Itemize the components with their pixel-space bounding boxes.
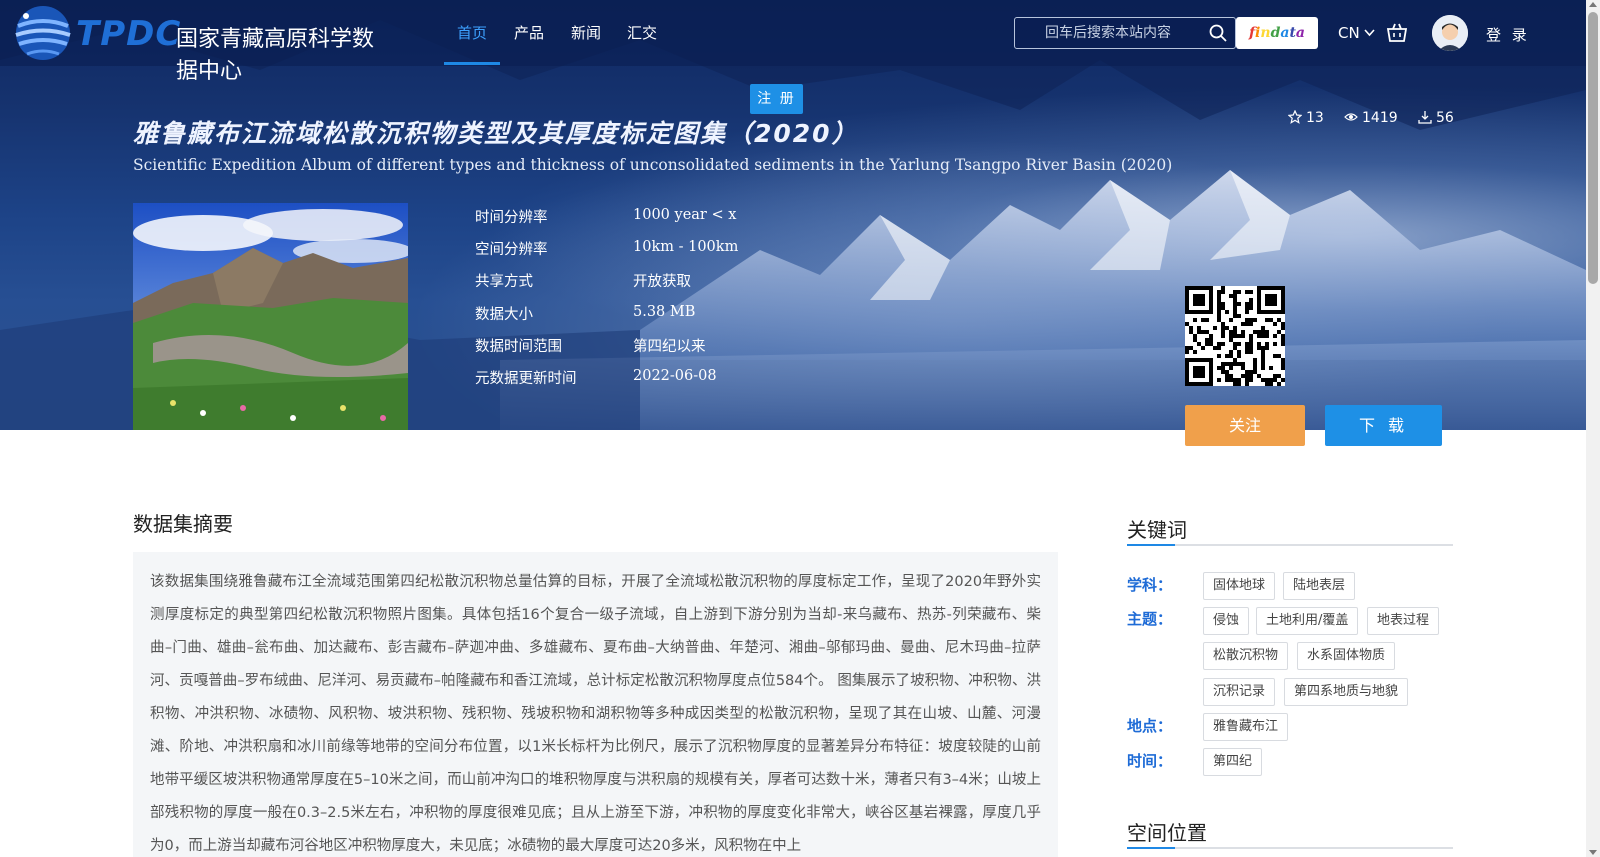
stars-value: 13 xyxy=(1306,110,1324,126)
eye-icon xyxy=(1344,113,1358,121)
dataset-title-en: Scientific Expedition Album of different… xyxy=(133,156,1173,174)
meta-label: 数据大小 xyxy=(475,307,533,323)
stars-count[interactable]: 13 xyxy=(1288,110,1324,126)
nav-products[interactable]: 产品 xyxy=(514,22,544,43)
findata-letter: a xyxy=(1295,25,1305,41)
findata-letter: d xyxy=(1270,25,1281,41)
downloads-count: 56 xyxy=(1418,110,1454,126)
keyword-tag[interactable]: 水系固体物质 xyxy=(1297,642,1396,670)
language-switch[interactable]: CN xyxy=(1338,24,1376,42)
qr-code-icon xyxy=(1185,286,1285,386)
scrollbar-thumb[interactable] xyxy=(1588,12,1598,284)
keyword-tag[interactable]: 土地利用/覆盖 xyxy=(1256,607,1359,635)
keyword-tag[interactable]: 固体地球 xyxy=(1203,572,1276,600)
nav-active-indicator xyxy=(444,62,500,65)
user-avatar-icon xyxy=(1432,15,1468,51)
keyword-tag[interactable]: 第四纪 xyxy=(1203,748,1263,776)
downloads-value: 56 xyxy=(1436,110,1454,126)
language-label: CN xyxy=(1338,24,1360,42)
page-scrollbar[interactable] xyxy=(1586,0,1600,857)
follow-button[interactable]: 关注 xyxy=(1185,405,1305,446)
qr-code xyxy=(1185,286,1285,386)
findata-letter: a xyxy=(1280,25,1290,41)
globe-logo-icon xyxy=(15,6,71,60)
meta-label: 共享方式 xyxy=(475,274,533,290)
star-icon xyxy=(1288,110,1302,124)
keyword-tag[interactable]: 雅鲁藏布江 xyxy=(1203,713,1289,741)
meta-label: 元数据更新时间 xyxy=(475,371,577,387)
nav-home[interactable]: 首页 xyxy=(457,22,487,43)
search-box xyxy=(1014,17,1236,49)
keywords-title: 关键词 xyxy=(1127,518,1187,542)
keyword-tag[interactable]: 松散沉积物 xyxy=(1203,642,1289,670)
search-icon[interactable] xyxy=(1209,24,1227,42)
keyword-tag[interactable]: 陆地表层 xyxy=(1283,572,1356,600)
views-value: 1419 xyxy=(1362,110,1398,126)
login-link[interactable]: 登 录 xyxy=(1486,24,1530,45)
logo-title: 国家青藏高原科学数据中心 xyxy=(176,27,375,84)
logo-abbreviation: TPDC xyxy=(76,14,182,54)
landscape-photo xyxy=(133,203,408,430)
keywords-divider xyxy=(1127,544,1453,546)
meta-value: 2022-06-08 xyxy=(633,368,717,384)
nav-submit[interactable]: 汇交 xyxy=(627,22,657,43)
findata-button[interactable]: findata xyxy=(1236,17,1318,49)
cart-icon[interactable] xyxy=(1386,22,1408,44)
keyword-label-subject: 学科： xyxy=(1127,576,1173,594)
nav-news[interactable]: 新闻 xyxy=(571,22,601,43)
keyword-label-theme: 主题： xyxy=(1127,610,1173,628)
dataset-title-cn: 雅鲁藏布江流域松散沉积物类型及其厚度标定图集（2020） xyxy=(133,119,859,148)
keyword-tag[interactable]: 地表过程 xyxy=(1367,607,1440,635)
download-icon xyxy=(1418,111,1432,124)
keyword-tag[interactable]: 第四系地质与地貌 xyxy=(1284,678,1409,706)
location-divider xyxy=(1127,847,1453,849)
register-button[interactable]: 注 册 xyxy=(750,84,803,114)
views-count: 1419 xyxy=(1344,110,1398,126)
scroll-down-icon[interactable] xyxy=(1589,850,1597,855)
keyword-tag[interactable]: 沉积记录 xyxy=(1203,678,1276,706)
keyword-label-time: 时间： xyxy=(1127,752,1173,770)
meta-label: 数据时间范围 xyxy=(475,339,562,355)
top-navbar: TPDC 国家青藏高原科学数据中心 首页 产品 新闻 汇交 findata CN… xyxy=(0,0,1586,84)
keyword-label-place: 地点： xyxy=(1127,717,1173,735)
meta-value: 1000 year < x xyxy=(633,207,737,223)
meta-value: 10km - 100km xyxy=(633,239,739,255)
search-input[interactable] xyxy=(1025,18,1205,48)
chevron-down-icon xyxy=(1364,29,1376,37)
abstract-title: 数据集摘要 xyxy=(133,512,233,536)
avatar[interactable] xyxy=(1432,15,1468,51)
site-logo[interactable]: TPDC 国家青藏高原科学数据中心 xyxy=(14,4,394,84)
keyword-tag[interactable]: 侵蚀 xyxy=(1203,607,1250,635)
meta-label: 空间分辨率 xyxy=(475,242,548,258)
scroll-up-icon[interactable] xyxy=(1589,2,1597,7)
download-button[interactable]: 下 载 xyxy=(1325,405,1442,446)
abstract-text: 该数据集围绕雅鲁藏布江全流域范围第四纪松散沉积物总量估算的目标，开展了全流域松散… xyxy=(150,574,1041,854)
meta-label: 时间分辨率 xyxy=(475,210,548,226)
findata-letter: n xyxy=(1260,25,1271,41)
meta-value: 第四纪以来 xyxy=(633,339,706,355)
abstract-box: 该数据集围绕雅鲁藏布江全流域范围第四纪松散沉积物总量估算的目标，开展了全流域松散… xyxy=(133,552,1058,857)
meta-value: 开放获取 xyxy=(633,274,691,290)
meta-value: 5.38 MB xyxy=(633,304,696,320)
location-title: 空间位置 xyxy=(1127,821,1207,845)
dataset-thumbnail[interactable] xyxy=(133,203,408,430)
